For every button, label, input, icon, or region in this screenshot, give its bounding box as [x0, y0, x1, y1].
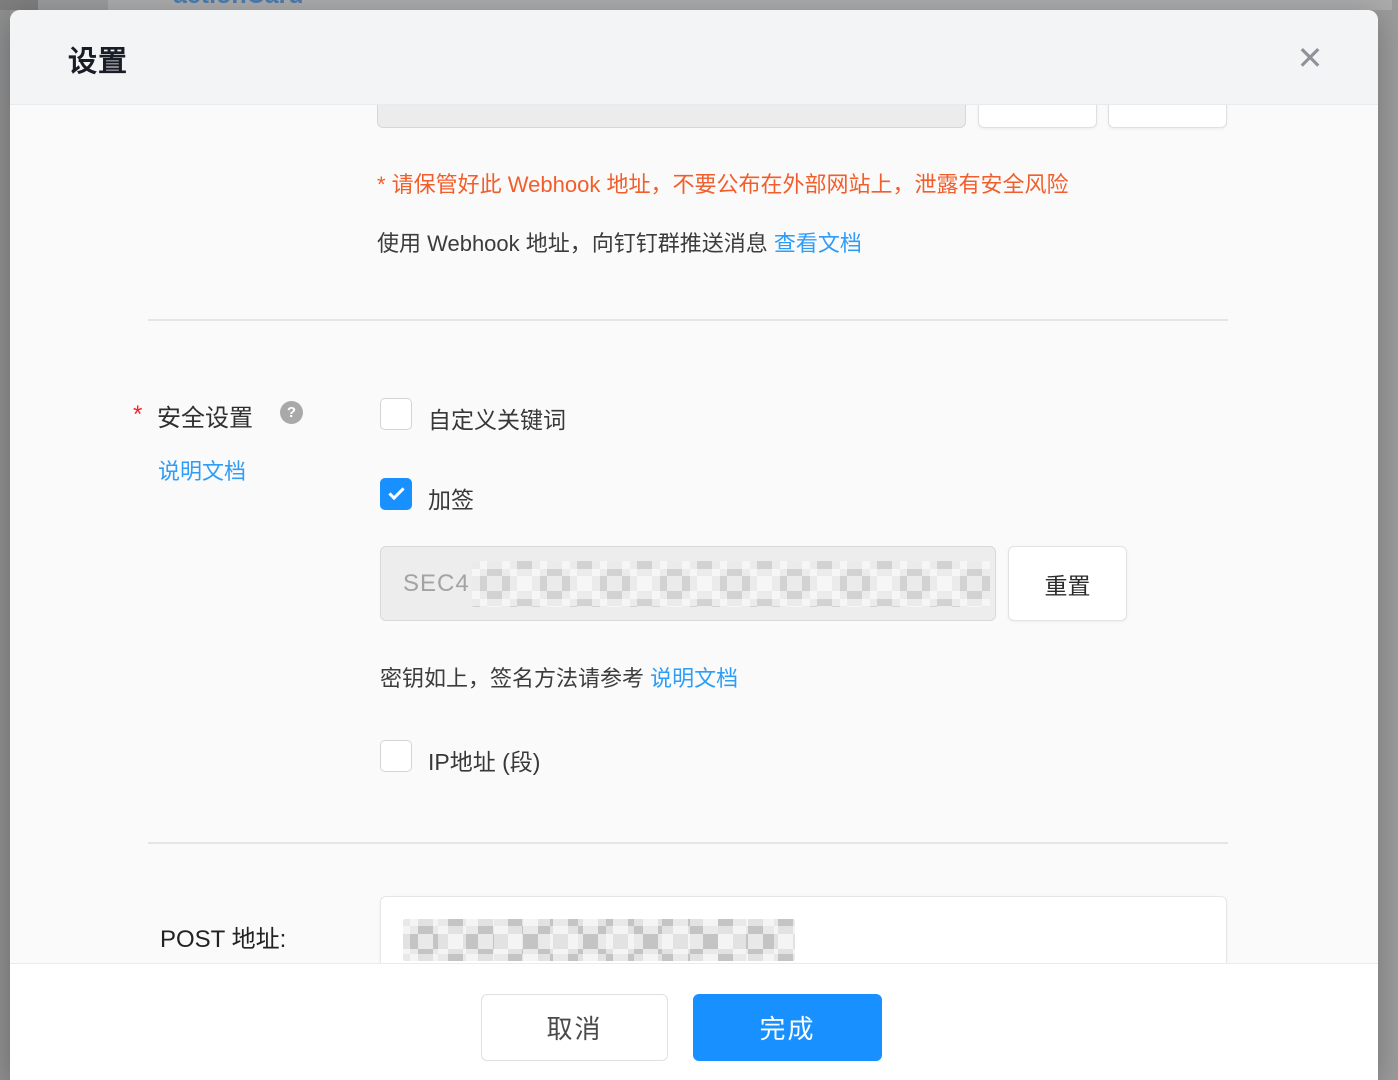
backdrop-page-edge: [0, 0, 10, 1080]
checkbox-custom-keyword[interactable]: [380, 398, 412, 430]
webhook-url-input[interactable]: [377, 105, 966, 128]
backdrop-page-corner: [0, 0, 38, 10]
sign-key-note-text: 密钥如上，签名方法请参考: [380, 666, 650, 691]
cancel-button[interactable]: 取消: [481, 994, 668, 1061]
checkbox-ip-address[interactable]: [380, 740, 412, 772]
sign-key-note: 密钥如上，签名方法请参考 说明文档: [380, 661, 738, 693]
sign-docs-link[interactable]: 说明文档: [650, 666, 738, 691]
dialog-title: 设置: [68, 38, 128, 80]
sign-secret-input[interactable]: SEC4: [380, 546, 996, 621]
confirm-button[interactable]: 完成: [693, 994, 882, 1061]
post-address-input[interactable]: [380, 896, 1227, 963]
section-divider: [148, 319, 1228, 321]
webhook-action-button-2[interactable]: [1108, 105, 1227, 128]
section-divider: [148, 842, 1228, 844]
checkbox-sign[interactable]: [380, 478, 412, 510]
sign-secret-pixelated-mask: [472, 561, 990, 607]
sign-secret-visible-prefix: SEC4: [403, 570, 470, 598]
required-asterisk: *: [133, 401, 142, 429]
help-icon[interactable]: ?: [280, 401, 303, 424]
reset-secret-button[interactable]: 重置: [1008, 546, 1127, 621]
checkbox-custom-keyword-label[interactable]: 自定义关键词: [428, 401, 566, 435]
background-tab-actioncard: actionCard: [173, 0, 304, 8]
webhook-usage-text: 使用 Webhook 地址，向钉钉群推送消息: [377, 231, 774, 256]
checkbox-sign-label[interactable]: 加签: [428, 481, 474, 515]
view-docs-link[interactable]: 查看文档: [774, 231, 862, 256]
checkbox-ip-address-label[interactable]: IP地址 (段): [428, 743, 540, 777]
dialog-body: * 请保管好此 Webhook 地址，不要公布在外部网站上，泄露有安全风险 使用…: [10, 105, 1378, 963]
check-icon: [388, 484, 404, 500]
security-settings-label: 安全设置: [157, 398, 253, 433]
close-button[interactable]: ✕: [1288, 36, 1332, 80]
settings-dialog: 设置 ✕ * 请保管好此 Webhook 地址，不要公布在外部网站上，泄露有安全…: [10, 10, 1378, 1080]
screen: actionCard 设置 ✕ * 请保管好此 Webhook 地址，不要公布在…: [0, 0, 1398, 1080]
security-docs-link[interactable]: 说明文档: [158, 454, 246, 486]
post-address-label: POST 地址:: [160, 919, 286, 954]
post-address-pixelated-mask: [403, 919, 795, 961]
webhook-usage-line: 使用 Webhook 地址，向钉钉群推送消息 查看文档: [377, 226, 862, 258]
backdrop-page-topband: actionCard: [108, 0, 1392, 10]
dialog-header: 设置 ✕: [10, 10, 1378, 105]
close-icon: ✕: [1297, 42, 1324, 74]
webhook-action-button-1[interactable]: [978, 105, 1097, 128]
help-glyph: ?: [287, 404, 296, 421]
dialog-footer: 取消 完成: [10, 963, 1378, 1080]
webhook-warning-text: * 请保管好此 Webhook 地址，不要公布在外部网站上，泄露有安全风险: [377, 167, 1068, 199]
